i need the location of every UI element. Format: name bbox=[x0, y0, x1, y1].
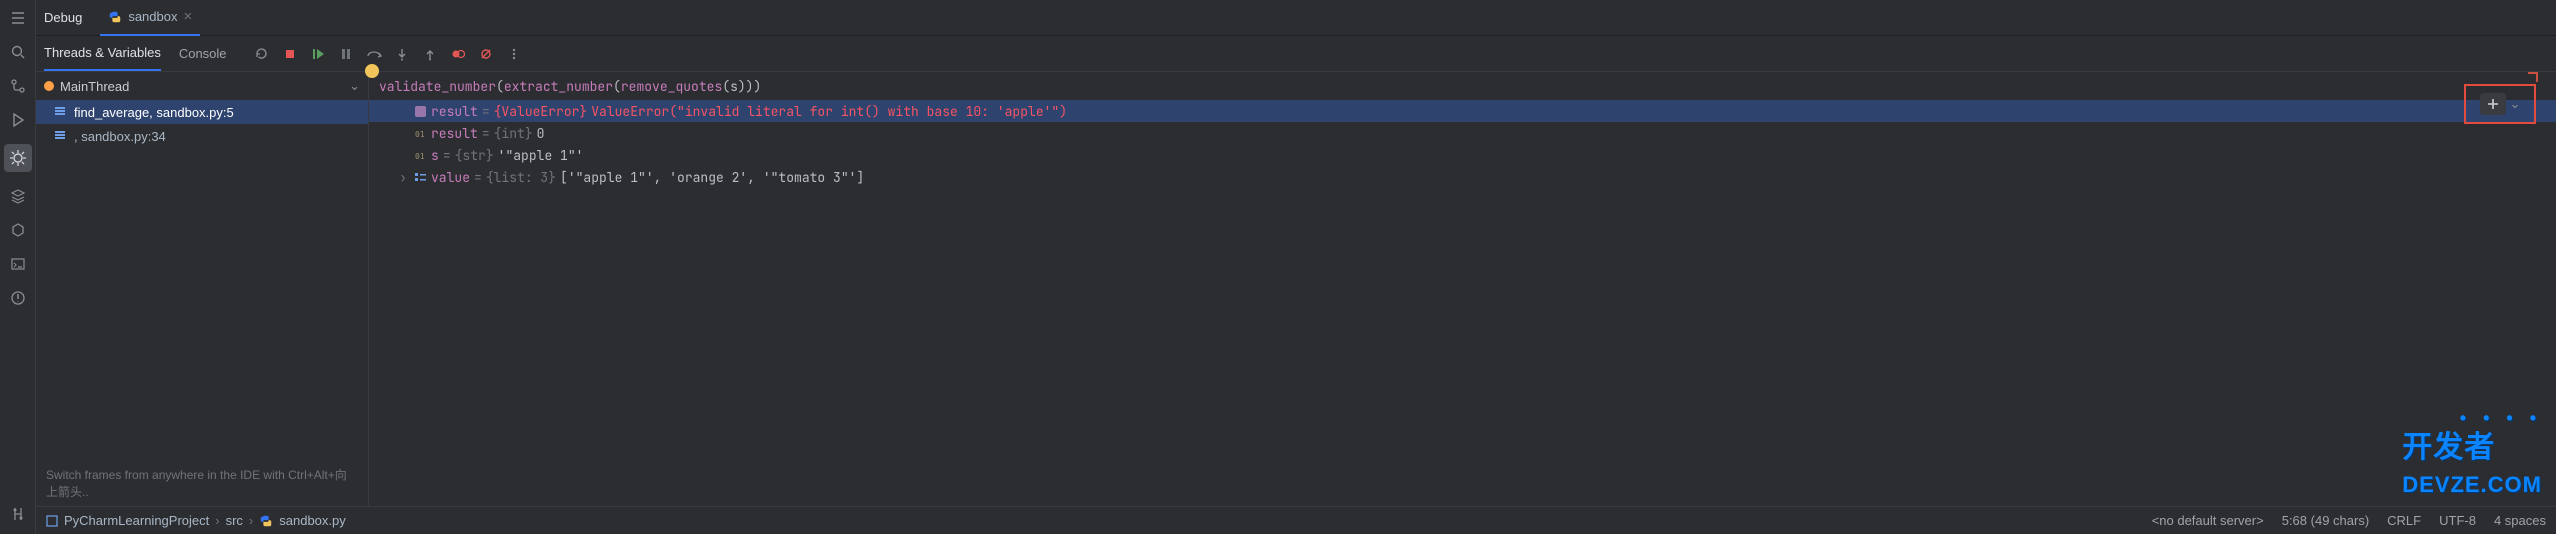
structure-icon[interactable] bbox=[8, 8, 28, 28]
tab-label: sandbox bbox=[128, 9, 177, 24]
frames-panel: MainThread ⌄ find_average, sandbox.py:5,… bbox=[36, 72, 369, 506]
file-tab-sandbox[interactable]: sandbox × bbox=[100, 0, 200, 36]
left-tool-strip bbox=[0, 0, 36, 534]
thread-name: MainThread bbox=[60, 79, 129, 94]
status-indent[interactable]: 4 spaces bbox=[2494, 513, 2546, 528]
vcs-icon[interactable] bbox=[8, 76, 28, 96]
breadcrumb-project[interactable]: PyCharmLearningProject bbox=[64, 513, 209, 528]
var-type-icon bbox=[413, 104, 427, 118]
add-watch-button[interactable] bbox=[2480, 93, 2506, 115]
breadcrumb-folder[interactable]: src bbox=[226, 513, 243, 528]
stack-frame[interactable]: , sandbox.py:34 bbox=[36, 124, 368, 148]
chevron-down-icon[interactable]: ⌄ bbox=[2510, 96, 2521, 112]
stack-frame[interactable]: find_average, sandbox.py:5 bbox=[36, 100, 368, 124]
var-type-icon: 01 bbox=[413, 126, 427, 140]
thread-status-dot bbox=[44, 81, 54, 91]
terminal-icon[interactable] bbox=[8, 254, 28, 274]
services-icon[interactable] bbox=[8, 220, 28, 240]
editor-tab-bar: Debug sandbox × bbox=[36, 0, 2556, 36]
project-icon bbox=[46, 515, 58, 527]
status-server[interactable]: <no default server> bbox=[2152, 513, 2264, 528]
svg-text:01: 01 bbox=[415, 130, 425, 139]
variable-row[interactable]: › value = {list: 3}['"apple 1"', 'orange… bbox=[369, 166, 2556, 188]
status-encoding[interactable]: UTF-8 bbox=[2439, 513, 2476, 528]
var-type-icon bbox=[413, 170, 427, 184]
frame-icon bbox=[54, 105, 68, 119]
chevron-down-icon[interactable]: ⌄ bbox=[349, 78, 360, 94]
tab-threads-variables[interactable]: Threads & Variables bbox=[44, 36, 161, 71]
layout-settings-icon[interactable] bbox=[2528, 72, 2538, 82]
pause-icon[interactable] bbox=[337, 45, 355, 63]
evaluate-expression-input[interactable]: validate_number(extract_number(remove_qu… bbox=[369, 72, 2556, 100]
intention-bulb-icon[interactable] bbox=[365, 64, 379, 78]
python-file-icon bbox=[108, 10, 122, 24]
variable-row[interactable]: result = {ValueError}ValueError("invalid… bbox=[369, 100, 2556, 122]
more-icon[interactable] bbox=[505, 45, 523, 63]
git-icon[interactable] bbox=[8, 504, 28, 524]
stop-icon[interactable] bbox=[281, 45, 299, 63]
debug-icon[interactable] bbox=[4, 144, 32, 172]
breadcrumb-file[interactable]: sandbox.py bbox=[279, 513, 346, 528]
python-file-icon bbox=[259, 514, 273, 528]
step-out-icon[interactable] bbox=[421, 45, 439, 63]
search-icon[interactable] bbox=[8, 42, 28, 62]
run-icon[interactable] bbox=[8, 110, 28, 130]
close-icon[interactable]: × bbox=[183, 8, 192, 25]
hint-text: Switch frames from anywhere in the IDE w… bbox=[36, 460, 368, 506]
layers-icon[interactable] bbox=[8, 186, 28, 206]
add-watch-highlight: ⌄ bbox=[2464, 84, 2536, 124]
chevron-right-icon: › bbox=[215, 513, 219, 528]
step-into-icon[interactable] bbox=[393, 45, 411, 63]
frame-icon bbox=[54, 129, 68, 143]
variable-row[interactable]: 01 result = {int}0 bbox=[369, 122, 2556, 144]
status-line-sep[interactable]: CRLF bbox=[2387, 513, 2421, 528]
variable-row[interactable]: 01 s = {str}'"apple 1"' bbox=[369, 144, 2556, 166]
step-over-icon[interactable] bbox=[365, 45, 383, 63]
var-type-icon: 01 bbox=[413, 148, 427, 162]
problems-icon[interactable] bbox=[8, 288, 28, 308]
svg-text:01: 01 bbox=[415, 152, 425, 161]
mute-breakpoints-icon[interactable] bbox=[477, 45, 495, 63]
expand-icon[interactable]: › bbox=[397, 169, 409, 186]
resume-icon[interactable] bbox=[309, 45, 327, 63]
debug-panel-tabs: Threads & Variables Console bbox=[36, 36, 2556, 72]
variables-panel: validate_number(extract_number(remove_qu… bbox=[369, 72, 2556, 506]
thread-selector[interactable]: MainThread ⌄ bbox=[36, 72, 368, 100]
debug-label: Debug bbox=[44, 10, 82, 25]
rerun-icon[interactable] bbox=[253, 45, 271, 63]
breadcrumb-bar: PyCharmLearningProject › src › sandbox.p… bbox=[36, 506, 2556, 534]
view-breakpoints-icon[interactable] bbox=[449, 45, 467, 63]
status-cursor-pos[interactable]: 5:68 (49 chars) bbox=[2282, 513, 2369, 528]
tab-console[interactable]: Console bbox=[179, 36, 227, 71]
chevron-right-icon: › bbox=[249, 513, 253, 528]
